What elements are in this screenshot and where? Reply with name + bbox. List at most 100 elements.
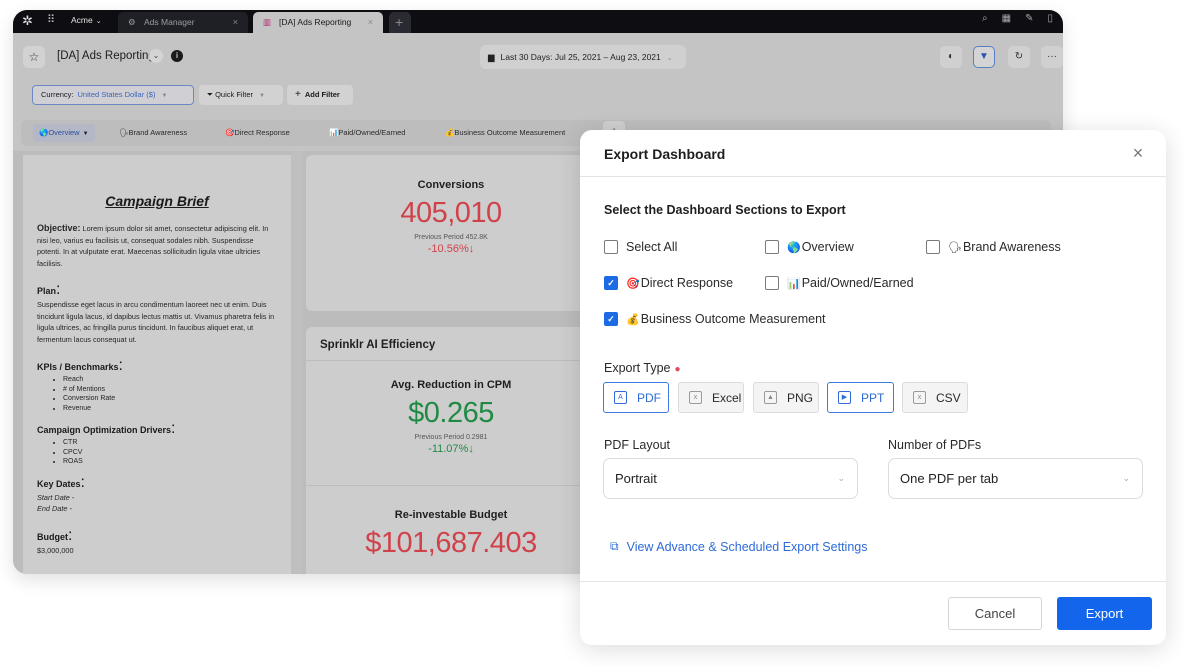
checkbox-business-outcome[interactable]: ✓ 💰 Business Outcome Measurement — [604, 312, 826, 326]
export-type-label: PPT — [861, 390, 885, 405]
modal-title: Export Dashboard — [604, 146, 726, 162]
budget-label: Budget — [37, 531, 68, 542]
tab-business-outcome-measurement[interactable]: 💰Business Outcome Measurement — [439, 124, 571, 142]
add-filter-button[interactable]: + Add Filter — [287, 85, 353, 105]
document-icon[interactable]: ▯ — [1047, 13, 1053, 24]
quick-filter-label: Quick Filter — [215, 90, 254, 99]
checkbox-checked[interactable]: ✓ — [604, 312, 618, 326]
date-range-label: Last 30 Days: Jul 25, 2021 – Aug 23, 202… — [500, 52, 661, 62]
filter-icon[interactable]: ▼ — [973, 46, 995, 68]
export-type-pdf[interactable]: A PDF — [603, 382, 669, 413]
bar-chart-icon: 📊 — [787, 277, 801, 290]
tab-brand-awareness[interactable]: 🗣Brand Awareness — [113, 124, 193, 142]
refresh-icon[interactable]: ↻ — [1008, 46, 1030, 68]
info-icon[interactable]: i — [171, 50, 183, 62]
tab-label: [DA] Ads Reporting — [279, 17, 352, 27]
org-switcher[interactable]: Acme ⌄ — [71, 15, 102, 25]
list-item: Revenue — [63, 404, 277, 414]
campaign-brief-widget: Campaign Brief Objective: Lorem ipsum do… — [23, 155, 291, 574]
export-button[interactable]: Export — [1057, 597, 1152, 630]
budget-metric: Re-investable Budget $101,687.403 — [306, 509, 596, 560]
export-type-ppt[interactable]: ▶ PPT — [827, 382, 894, 413]
more-options-icon[interactable]: ··· — [1041, 46, 1063, 68]
export-type-png[interactable]: ▲ PNG — [753, 382, 819, 413]
close-tab-icon[interactable]: × — [233, 12, 238, 33]
select-value: Portrait — [615, 471, 657, 486]
checkbox-label: Overview — [801, 240, 854, 254]
browser-tab-bar: ✲ ⠿ Acme ⌄ ⚙ Ads Manager × ▥ [DA] Ads Repor… — [13, 10, 1063, 33]
checkbox[interactable] — [765, 276, 779, 290]
checkbox-overview[interactable]: 🌎 Overview — [765, 240, 854, 254]
app-grid-icon[interactable]: ⠿ — [47, 14, 59, 26]
tab-label: Overview — [48, 128, 80, 137]
new-tab-button[interactable]: + — [389, 12, 411, 33]
speaking-head-icon: 🗣 — [948, 241, 962, 254]
search-icon[interactable]: ⌕ — [982, 13, 988, 24]
metric-value: $0.265 — [408, 397, 494, 429]
checkbox-paid-owned-earned[interactable]: 📊 Paid/Owned/Earned — [765, 276, 914, 290]
checkbox-brand-awareness[interactable]: 🗣 Brand Awareness — [926, 240, 1061, 254]
checkbox-direct-response[interactable]: ✓ 🎯 Direct Response — [604, 276, 733, 290]
chevron-down-icon[interactable]: ⌄ — [149, 49, 163, 63]
checkbox[interactable] — [765, 240, 779, 254]
pdf-layout-select[interactable]: Portrait ⌄ — [603, 458, 858, 499]
tab-overview[interactable]: 🌎Overview ▼ — [33, 124, 95, 142]
toggle-view-icon[interactable]: ◐ — [940, 46, 962, 68]
conversions-widget: Conversions 405,010 Previous Period 452.… — [306, 155, 596, 311]
tab-label: Ads Manager — [144, 17, 195, 27]
divider — [580, 176, 1166, 177]
calendar-icon[interactable]: ▦ — [1002, 13, 1011, 24]
checkbox-checked[interactable]: ✓ — [604, 276, 618, 290]
chevron-down-icon: ⌄ — [95, 18, 102, 25]
browser-tab-ads-reporting[interactable]: ▥ [DA] Ads Reporting × — [253, 12, 383, 33]
export-type-label: CSV — [936, 390, 961, 405]
num-pdfs-select[interactable]: One PDF per tab ⌄ — [888, 458, 1143, 499]
close-tab-icon[interactable]: × — [368, 12, 373, 33]
currency-filter[interactable]: Currency: United States Dollar ($) ▼ — [32, 85, 194, 105]
csv-file-icon: x — [913, 391, 926, 404]
pencil-icon[interactable]: ✎ — [1025, 13, 1033, 24]
list-item: ROAS — [63, 457, 277, 467]
checkbox-select-all[interactable]: Select All — [604, 240, 677, 254]
date-range-picker[interactable]: ▆ Last 30 Days: Jul 25, 2021 – Aug 23, 20… — [480, 45, 686, 69]
tab-label: Direct Response — [234, 128, 290, 137]
globe-icon: 🌎 — [39, 128, 49, 137]
kpis-list: Reach # of Mentions Conversion Rate Reve… — [63, 375, 277, 413]
num-pdfs-label: Number of PDFs — [888, 438, 982, 452]
chevron-down-icon: ⌄ — [837, 473, 845, 483]
browser-tab-ads-manager[interactable]: ⚙ Ads Manager × — [118, 12, 248, 33]
checkbox[interactable] — [926, 240, 940, 254]
chevron-down-icon: ⌄ — [666, 55, 673, 62]
kpis-label: KPIs / Benchmarks — [37, 362, 119, 372]
cancel-button[interactable]: Cancel — [948, 597, 1042, 630]
required-indicator: ● — [674, 364, 681, 375]
advanced-export-settings-link[interactable]: ⧉ View Advance & Scheduled Export Setting… — [610, 539, 867, 554]
export-type-label: Export Type ● — [604, 361, 681, 375]
pdf-file-icon: A — [614, 391, 627, 404]
sprinklr-logo-icon[interactable]: ✲ — [22, 13, 38, 29]
top-right-icons: ⌕ ▦ ✎ ▯ — [982, 13, 1053, 24]
export-type-excel[interactable]: x Excel — [678, 382, 744, 413]
start-date: Start Date - — [37, 492, 75, 502]
excel-file-icon: x — [689, 391, 702, 404]
sections-heading: Select the Dashboard Sections to Export — [604, 203, 846, 217]
quick-filter-button[interactable]: ⏷ Quick Filter ▼ — [199, 85, 283, 105]
favorite-star-icon[interactable]: ☆ — [23, 46, 45, 68]
tab-paid-owned-earned[interactable]: 📊Paid/Owned/Earned — [323, 124, 411, 142]
budget-value: $3,000,000 — [37, 545, 74, 555]
tab-direct-response[interactable]: 🎯Direct Response — [219, 124, 296, 142]
export-type-csv[interactable]: x CSV — [902, 382, 968, 413]
target-icon: 🎯 — [626, 277, 640, 290]
close-icon[interactable]: × — [1128, 143, 1148, 163]
dashboard-title: [DA] Ads Reporting — [57, 50, 155, 62]
metric-value: $101,687.403 — [365, 527, 537, 559]
export-type-label: PNG — [787, 390, 814, 405]
tab-label: Business Outcome Measurement — [454, 128, 566, 137]
link-label: View Advance & Scheduled Export Settings — [626, 539, 868, 554]
checkbox[interactable] — [604, 240, 618, 254]
tab-label: Paid/Owned/Earned — [338, 128, 406, 137]
metric-title: Conversions — [417, 179, 485, 191]
section-title: Sprinklr AI Efficiency — [320, 339, 436, 351]
ai-efficiency-widget: Sprinklr AI Efficiency Avg. Reduction in… — [306, 327, 596, 574]
reporting-chart-icon: ▥ — [263, 17, 272, 27]
